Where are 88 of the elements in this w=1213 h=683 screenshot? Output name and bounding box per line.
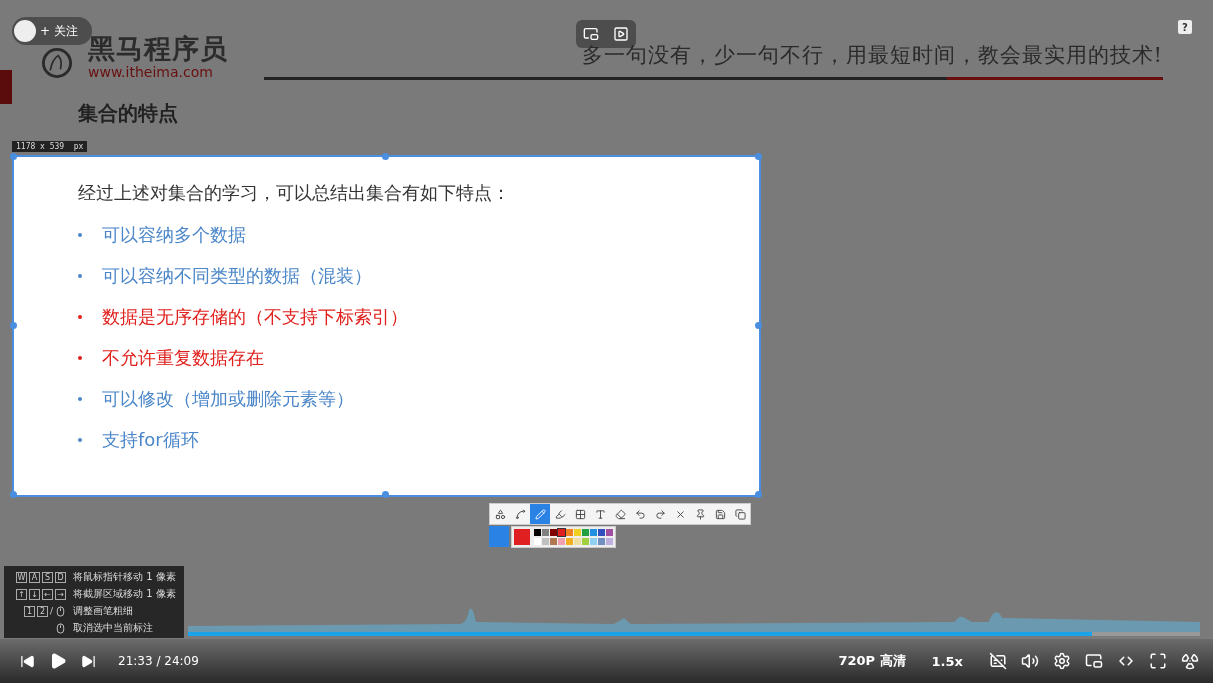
shortcut-hint: 将截屏区域移动 1 像素 — [73, 587, 176, 601]
shortcut-hint: 调整画笔粗细 — [73, 604, 133, 618]
color-swatch[interactable] — [574, 537, 581, 545]
brand-name: 黑马程序员 — [88, 34, 228, 64]
color-swatch[interactable] — [566, 537, 573, 545]
resize-handle[interactable] — [382, 490, 389, 498]
pencil-icon — [534, 508, 546, 520]
key-cap: D — [55, 571, 66, 583]
resize-handle[interactable] — [9, 152, 17, 160]
color-swatch[interactable] — [550, 529, 557, 536]
color-swatch[interactable] — [534, 537, 541, 545]
color-swatch[interactable] — [582, 529, 589, 536]
slide-heading: 集合的特点 — [78, 100, 179, 127]
copy-icon — [734, 508, 746, 520]
key-cap: 1 — [23, 605, 35, 617]
resize-handle[interactable] — [754, 152, 762, 160]
separator-text: / — [49, 606, 53, 616]
color-swatch[interactable] — [590, 529, 597, 536]
picture-in-picture-icon[interactable] — [583, 26, 599, 42]
key-cap: A — [29, 571, 40, 583]
tool-button[interactable] — [530, 504, 550, 524]
logo-drawing — [40, 46, 74, 80]
key-cap: 2 — [36, 605, 48, 617]
shape-icon — [494, 508, 506, 520]
fullscreen-button[interactable] — [1149, 652, 1167, 670]
intro-text: 经过上述对集合的学习，可以总结出集合有如下特点： — [78, 181, 511, 205]
quality-button[interactable]: 720P 高清 — [838, 652, 906, 670]
key-cap: ↑ — [16, 588, 27, 600]
key-cap: S — [42, 571, 53, 583]
picture-in-picture-button[interactable] — [1085, 652, 1103, 670]
color-swatch[interactable] — [574, 529, 581, 536]
color-swatch[interactable] — [558, 537, 565, 545]
close-icon — [674, 508, 686, 520]
subtitles-off-button[interactable] — [989, 652, 1007, 670]
color-swatch[interactable] — [542, 537, 549, 545]
resize-handle[interactable] — [382, 152, 389, 160]
resize-handle[interactable] — [9, 490, 17, 498]
slogan: 多一句没有，少一句不行，用最短时间，教会最实用的技术! — [581, 42, 1163, 69]
help-icon[interactable]: ? — [1178, 20, 1192, 34]
bullet-text: 可以修改（增加或删除元素等） — [102, 386, 354, 411]
settings-button[interactable] — [1053, 652, 1071, 670]
color-swatch[interactable] — [582, 537, 589, 545]
redo-icon — [654, 508, 666, 520]
speed-button[interactable]: 1.5x — [931, 653, 963, 669]
color-swatch[interactable] — [590, 537, 597, 545]
color-swatch[interactable] — [558, 529, 565, 536]
bullet-text: 可以容纳多个数据 — [102, 222, 246, 247]
color-swatch[interactable] — [606, 537, 613, 545]
key-cap: ↓ — [29, 588, 40, 600]
website-url: www.itheima.com — [88, 64, 214, 80]
color-swatch[interactable] — [542, 529, 549, 536]
next-button[interactable] — [81, 653, 96, 669]
color-swatch[interactable] — [598, 529, 605, 536]
follow-button[interactable]: + 关注 — [40, 22, 78, 40]
color-swatch[interactable] — [598, 537, 605, 545]
eraser-icon — [614, 508, 626, 520]
curve-icon — [514, 508, 526, 520]
save-icon — [714, 508, 726, 520]
highlighter-icon — [554, 508, 566, 520]
playback-time: 21:33 / 24:09 — [118, 654, 199, 668]
text-icon — [594, 508, 606, 520]
shortcut-hint: 将鼠标指针移动 1 像素 — [73, 570, 176, 584]
selection-size-label: 1178 x 539 px — [12, 141, 88, 152]
volume-button[interactable] — [1021, 652, 1039, 670]
color-swatch[interactable] — [534, 529, 541, 536]
avatar — [14, 20, 36, 42]
color-swatch[interactable] — [566, 529, 573, 536]
slide-accent-bar — [0, 70, 12, 104]
resize-handle[interactable] — [9, 321, 17, 329]
play-button[interactable] — [49, 652, 67, 670]
undo-icon — [634, 508, 646, 520]
bullet-text: 支持for循环 — [102, 427, 199, 452]
previous-button[interactable] — [20, 653, 35, 669]
color-swatch[interactable] — [606, 529, 613, 536]
color-swatch[interactable] — [550, 537, 557, 545]
key-cap: ← — [42, 588, 53, 600]
resize-handle[interactable] — [754, 321, 762, 329]
key-cap: W — [16, 571, 27, 583]
key-cap: → — [55, 588, 66, 600]
trefoil-button[interactable] — [1181, 652, 1199, 670]
mosaic-icon — [574, 508, 586, 520]
bullet-text: 数据是无序存储的（不支持下标索引） — [102, 304, 408, 329]
pin-icon — [694, 508, 706, 520]
shortcut-hint: 取消选中当前标注 — [73, 621, 153, 635]
bullet-text: 不允许重复数据存在 — [102, 345, 264, 370]
play-square-icon[interactable] — [613, 26, 629, 42]
resize-handle[interactable] — [754, 490, 762, 498]
bullet-text: 可以容纳不同类型的数据（混装） — [102, 263, 372, 288]
